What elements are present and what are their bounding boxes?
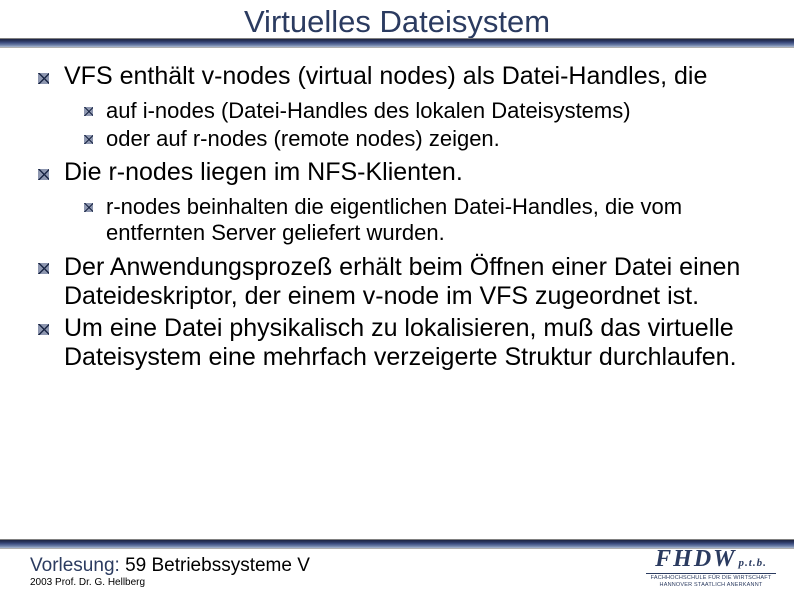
bullet-item: Die r-nodes liegen im NFS-Klienten. r-no…	[60, 158, 760, 246]
lecture-line: Vorlesung: 59 Betriebssysteme V	[30, 555, 310, 577]
bullet-text: VFS enthält v-nodes (virtual nodes) als …	[64, 62, 707, 90]
content-area: VFS enthält v-nodes (virtual nodes) als …	[0, 48, 794, 373]
bullet-text: Um eine Datei physikalisch zu lokalisier…	[64, 314, 737, 372]
bullet-item: Der Anwendungsprozeß erhält beim Öffnen …	[60, 253, 760, 312]
logo-sub-line: HANNOVER STAATLICH ANERKANNT	[646, 582, 776, 589]
logo-sub-line: FACHHOCHSCHULE FÜR DIE WIRTSCHAFT	[646, 575, 776, 582]
bullet-text: Der Anwendungsprozeß erhält beim Öffnen …	[64, 253, 740, 311]
slide-title: Virtuelles Dateisystem	[0, 0, 794, 42]
sub-bullet-item: oder auf r-nodes (remote nodes) zeigen.	[104, 126, 760, 152]
sub-bullet-list: auf i-nodes (Datei-Handles des lokalen D…	[64, 98, 760, 153]
copyright: 2003 Prof. Dr. G. Hellberg	[30, 577, 145, 588]
logo-text: FHDWp.t.b.	[646, 547, 776, 571]
sub-bullet-item: r-nodes beinhalten die eigentlichen Date…	[104, 194, 760, 247]
bullet-text: Die r-nodes liegen im NFS-Klienten.	[64, 158, 463, 186]
sub-bullet-list: r-nodes beinhalten die eigentlichen Date…	[64, 194, 760, 247]
logo-ext: p.t.b.	[739, 557, 767, 569]
title-rule	[0, 38, 794, 48]
footer: Vorlesung: 59 Betriebssysteme V 2003 Pro…	[0, 539, 794, 595]
bullet-item: VFS enthält v-nodes (virtual nodes) als …	[60, 62, 760, 152]
bullet-item: Um eine Datei physikalisch zu lokalisier…	[60, 314, 760, 373]
footer-content: Vorlesung: 59 Betriebssysteme V 2003 Pro…	[0, 549, 794, 595]
sub-bullet-text: r-nodes beinhalten die eigentlichen Date…	[106, 194, 682, 245]
title-area: Virtuelles Dateisystem	[0, 0, 794, 48]
logo: FHDWp.t.b. FACHHOCHSCHULE FÜR DIE WIRTSC…	[646, 547, 776, 588]
logo-name: FHDW	[655, 546, 736, 572]
lecture-text: 59 Betriebssysteme V	[120, 555, 310, 576]
logo-subtitle: FACHHOCHSCHULE FÜR DIE WIRTSCHAFT HANNOV…	[646, 573, 776, 588]
sub-bullet-item: auf i-nodes (Datei-Handles des lokalen D…	[104, 98, 760, 124]
lecture-label: Vorlesung:	[30, 555, 120, 576]
slide: Virtuelles Dateisystem VFS enthält v-nod…	[0, 0, 794, 595]
bullet-list: VFS enthält v-nodes (virtual nodes) als …	[34, 62, 760, 373]
sub-bullet-text: oder auf r-nodes (remote nodes) zeigen.	[106, 126, 500, 151]
sub-bullet-text: auf i-nodes (Datei-Handles des lokalen D…	[106, 98, 631, 123]
